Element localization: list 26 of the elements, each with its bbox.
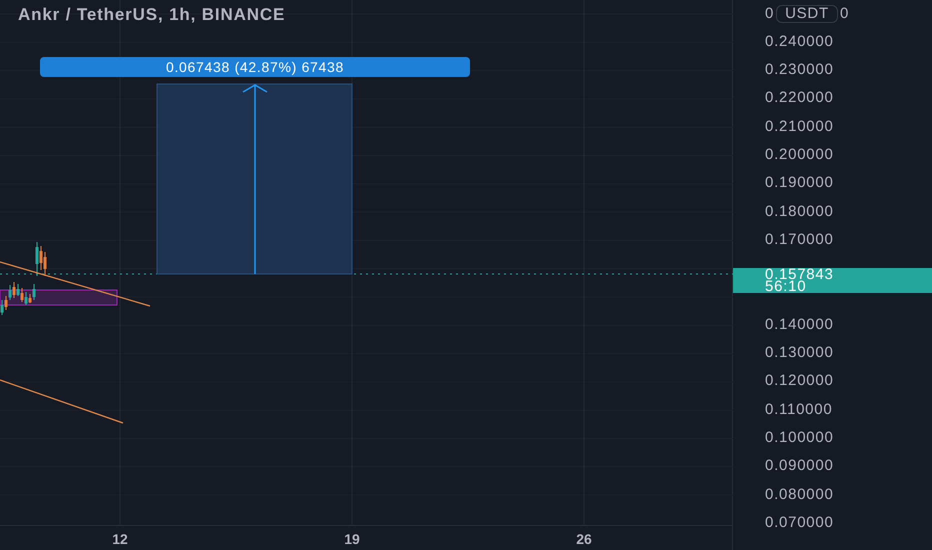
axis-label: 0.140000: [765, 314, 834, 335]
currency-badge[interactable]: USDT: [776, 5, 838, 23]
time-label: 12: [112, 530, 128, 549]
axis-label: 0.080000: [765, 484, 834, 505]
current-price: 0.157843: [765, 268, 835, 280]
axis-label: 0: [840, 4, 850, 24]
axis-label: 0.170000: [765, 230, 834, 250]
axis-label: 0.090000: [765, 456, 834, 476]
axis-label: 0.180000: [765, 202, 834, 222]
time-label: 19: [344, 530, 360, 549]
axis-label: 0.070000: [765, 512, 834, 533]
axis-label: 0.210000: [765, 116, 834, 137]
axis-label: 0.220000: [765, 88, 834, 108]
axis-label: 0.110000: [765, 400, 832, 420]
measure-label: 0.067438 (42.87%) 67438: [40, 57, 470, 77]
axis-label: 0.240000: [765, 32, 834, 52]
axis-label: 0.190000: [765, 173, 834, 194]
axis-label: 0.200000: [765, 145, 834, 166]
time-label: 26: [576, 530, 592, 549]
axis-label: 0.130000: [765, 343, 834, 364]
axis-label: 0: [765, 4, 774, 24]
chart-title: Ankr / TetherUS, 1h, BINANCE: [18, 4, 286, 26]
countdown: 56:10: [765, 280, 806, 292]
axis-label: 0.120000: [765, 371, 834, 392]
axis-label: 0.100000: [765, 428, 834, 448]
axis-label: 0.230000: [765, 60, 834, 80]
